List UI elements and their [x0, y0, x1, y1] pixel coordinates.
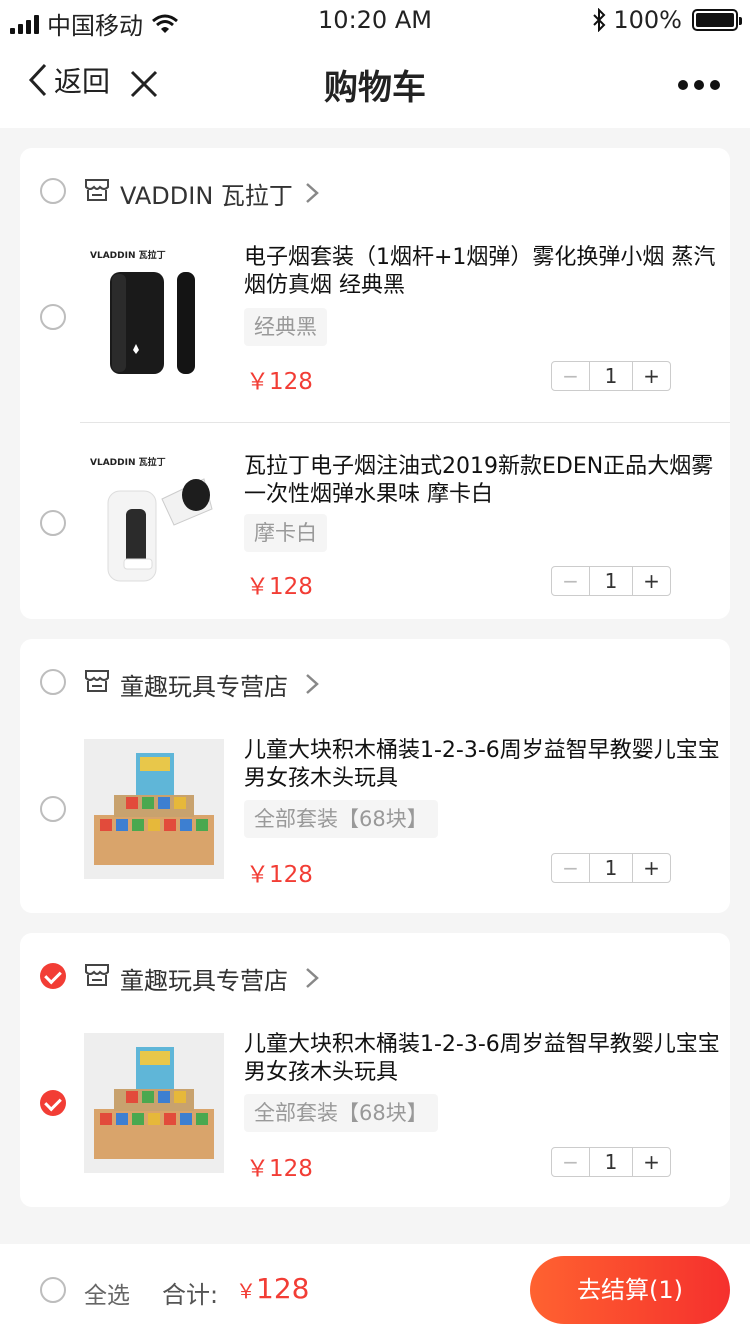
decrease-button[interactable]: − — [552, 1148, 590, 1176]
status-right: 100% — [591, 6, 742, 34]
brand-text: VLADDIN 瓦拉丁 — [90, 456, 166, 468]
product-title[interactable]: 瓦拉丁电子烟注油式2019新款EDEN正品大烟雾一次性烟弹水果味 摩卡白 — [244, 453, 728, 509]
product-price: ￥128 — [246, 862, 313, 888]
product-image[interactable]: VLADDIN 瓦拉丁 — [84, 240, 224, 380]
chevron-right-icon — [306, 674, 319, 694]
item-checkbox[interactable] — [40, 304, 66, 330]
increase-button[interactable]: + — [632, 362, 670, 390]
store-checkbox[interactable] — [40, 669, 66, 695]
quantity-value[interactable]: 1 — [590, 362, 632, 390]
product-title[interactable]: 儿童大块积木桶装1-2-3-6周岁益智早教婴儿宝宝男女孩木头玩具 — [244, 737, 728, 793]
select-all-checkbox[interactable] — [40, 1277, 66, 1303]
item-checkbox[interactable] — [40, 1090, 66, 1116]
more-icon[interactable] — [678, 80, 720, 90]
product-image[interactable] — [84, 1033, 224, 1173]
total-value: 128 — [256, 1272, 310, 1305]
battery-icon — [692, 9, 742, 31]
shop-icon — [85, 964, 109, 986]
quantity-value[interactable]: 1 — [590, 567, 632, 595]
shop-icon — [85, 179, 109, 201]
product-spec[interactable]: 经典黑 — [244, 308, 327, 346]
battery-percent: 100% — [613, 6, 682, 34]
quantity-stepper: − 1 + — [551, 361, 671, 391]
checkout-bar: 全选 合计: ￥128 去结算(1) — [0, 1244, 750, 1334]
store-card: VADDIN 瓦拉丁 VLADDIN 瓦拉丁 电子烟套装（1烟杆+1烟弹）雾化换… — [20, 148, 730, 619]
product-image[interactable]: VLADDIN 瓦拉丁 — [84, 447, 224, 587]
store-header[interactable]: 童趣玩具专营店 — [20, 639, 730, 725]
brand-text: VLADDIN 瓦拉丁 — [90, 249, 166, 261]
store-header[interactable]: VADDIN 瓦拉丁 — [20, 148, 730, 234]
store-card: 童趣玩具专营店 儿童大块积木桶装1-2-3-6周岁益智早教婴儿宝宝男女孩木头玩具… — [20, 933, 730, 1207]
increase-button[interactable]: + — [632, 1148, 670, 1176]
quantity-value[interactable]: 1 — [590, 1148, 632, 1176]
increase-button[interactable]: + — [632, 567, 670, 595]
product-spec[interactable]: 全部套装【68块】 — [244, 1094, 438, 1132]
total-currency: ￥ — [236, 1279, 256, 1303]
store-name: 童趣玩具专营店 — [120, 673, 288, 701]
store-name: 童趣玩具专营店 — [120, 967, 288, 995]
item-checkbox[interactable] — [40, 796, 66, 822]
nav-bar: 返回 购物车 — [0, 40, 750, 128]
product-title[interactable]: 电子烟套装（1烟杆+1烟弹）雾化换弹小烟 蒸汽烟仿真烟 经典黑 — [244, 244, 728, 300]
increase-button[interactable]: + — [632, 854, 670, 882]
store-name: VADDIN 瓦拉丁 — [120, 182, 293, 210]
quantity-stepper: − 1 + — [551, 1147, 671, 1177]
item-checkbox[interactable] — [40, 510, 66, 536]
product-spec[interactable]: 全部套装【68块】 — [244, 800, 438, 838]
store-checkbox[interactable] — [40, 178, 66, 204]
cart-item: 儿童大块积木桶装1-2-3-6周岁益智早教婴儿宝宝男女孩木头玩具 全部套装【68… — [20, 725, 730, 913]
product-price: ￥128 — [246, 1156, 313, 1182]
cart-item: VLADDIN 瓦拉丁 电子烟套装（1烟杆+1烟弹）雾化换弹小烟 蒸汽烟仿真烟 … — [20, 234, 730, 422]
status-bar: 中国移动 10:20 AM 100% — [0, 0, 750, 40]
checkout-button[interactable]: 去结算(1) — [530, 1256, 730, 1324]
store-checkbox[interactable] — [40, 963, 66, 989]
select-all-label[interactable]: 全选 — [84, 1276, 130, 1310]
decrease-button[interactable]: − — [552, 362, 590, 390]
total-label: 合计: — [162, 1281, 219, 1309]
page-title: 购物车 — [324, 68, 426, 108]
quantity-stepper: − 1 + — [551, 853, 671, 883]
product-title[interactable]: 儿童大块积木桶装1-2-3-6周岁益智早教婴儿宝宝男女孩木头玩具 — [244, 1031, 728, 1087]
chevron-right-icon — [306, 968, 319, 988]
product-spec[interactable]: 摩卡白 — [244, 514, 327, 552]
store-card: 童趣玩具专营店 儿童大块积木桶装1-2-3-6周岁益智早教婴儿宝宝男女孩木头玩具… — [20, 639, 730, 913]
product-image[interactable] — [84, 739, 224, 879]
bluetooth-icon — [593, 8, 606, 32]
shop-icon — [85, 670, 109, 692]
quantity-value[interactable]: 1 — [590, 854, 632, 882]
store-header[interactable]: 童趣玩具专营店 — [20, 933, 730, 1019]
cart-item: VLADDIN 瓦拉丁 瓦拉丁电子烟注油式2019新款EDEN正品大烟雾一次性烟… — [20, 423, 730, 619]
product-price: ￥128 — [246, 369, 313, 395]
decrease-button[interactable]: − — [552, 567, 590, 595]
product-price: ￥128 — [246, 574, 313, 600]
cart-item: 儿童大块积木桶装1-2-3-6周岁益智早教婴儿宝宝男女孩木头玩具 全部套装【68… — [20, 1019, 730, 1207]
decrease-button[interactable]: − — [552, 854, 590, 882]
total-amount: ￥128 — [236, 1272, 309, 1305]
quantity-stepper: − 1 + — [551, 566, 671, 596]
chevron-right-icon — [306, 183, 319, 203]
